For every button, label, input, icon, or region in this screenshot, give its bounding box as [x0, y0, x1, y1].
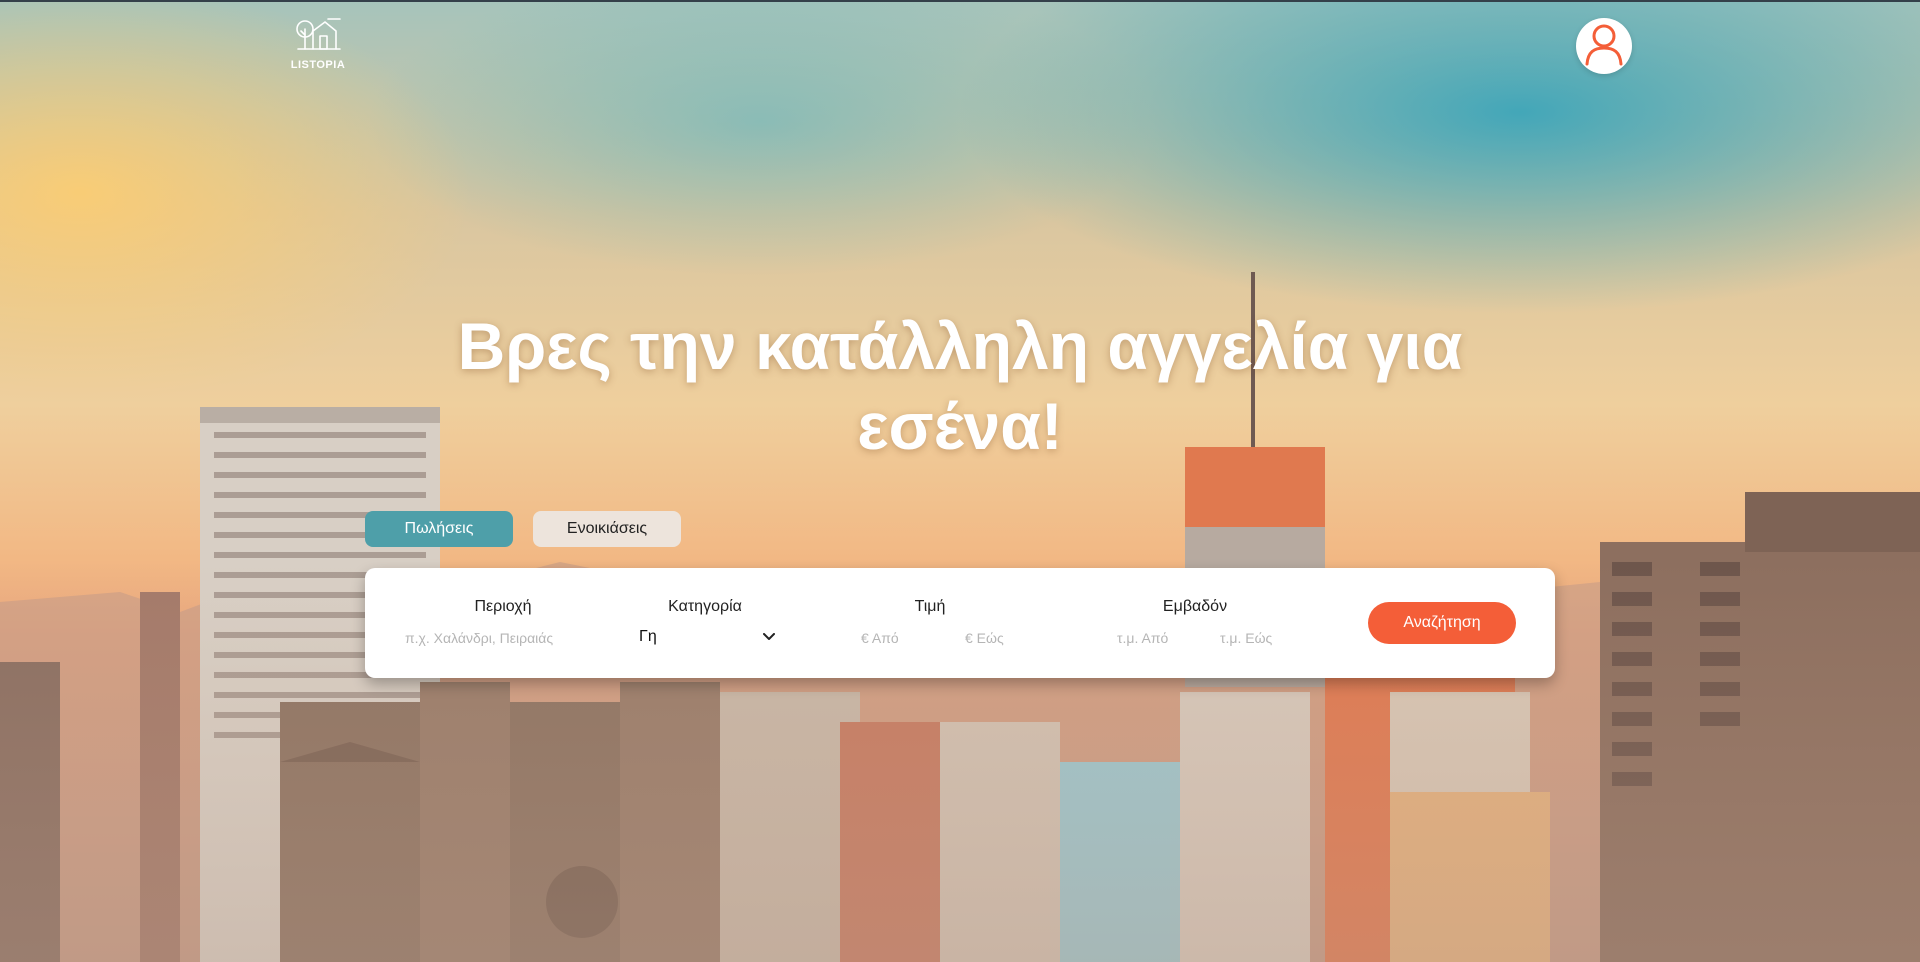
hero-headline: Βρες την κατάλληλη αγγελία για εσένα!	[457, 309, 1463, 463]
search-button[interactable]: Αναζήτηση	[1368, 602, 1516, 644]
logo-text: LISTOPIA	[290, 59, 346, 71]
surface-to-input[interactable]	[1220, 628, 1300, 648]
house-tree-logo-icon	[294, 16, 342, 58]
price-to-input[interactable]	[965, 628, 1035, 648]
user-icon	[1584, 22, 1624, 70]
category-selected-value: Γη	[639, 628, 657, 645]
profile-button[interactable]	[1576, 18, 1632, 74]
search-bar: Περιοχή Κατηγορία Γη Τιμή Εμβαδόν Αναζήτ…	[365, 568, 1555, 678]
price-from-input[interactable]	[861, 628, 931, 648]
category-label: Κατηγορία	[668, 598, 742, 615]
hero-section: LISTOPIA Βρες την κατάλληλη αγγελία για …	[0, 0, 1920, 962]
category-select[interactable]: Γη	[639, 626, 775, 648]
tab-rentals[interactable]: Ενοικιάσεις	[533, 511, 681, 547]
price-label: Τιμή	[914, 598, 946, 615]
cityscape-background	[0, 272, 1920, 962]
surface-label: Εμβαδόν	[1162, 598, 1228, 615]
logo[interactable]: LISTOPIA	[286, 16, 350, 72]
surface-from-input[interactable]	[1117, 628, 1197, 648]
area-label: Περιοχή	[474, 598, 532, 615]
area-input[interactable]	[405, 628, 605, 648]
tab-sales[interactable]: Πωλήσεις	[365, 511, 513, 547]
chevron-down-icon	[763, 628, 775, 646]
